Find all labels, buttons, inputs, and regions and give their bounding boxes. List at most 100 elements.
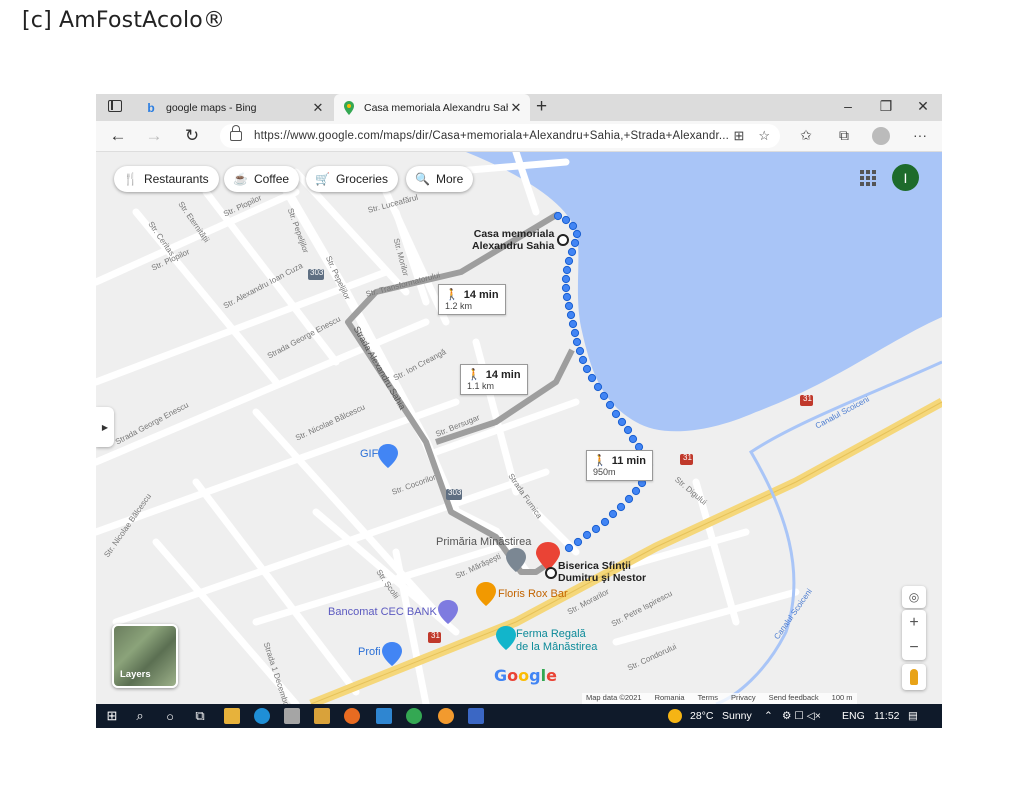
address-toolbar: ← → ↻ https://www.google.com/maps/dir/Ca… <box>96 121 942 152</box>
chip-restaurants[interactable]: 🍴 Restaurants <box>114 166 219 192</box>
zoom-control: + − <box>902 610 926 660</box>
route-duration-box[interactable]: 🚶 14 min 1.2 km <box>438 284 506 315</box>
tab-strip: b google maps - Bing ✕ Casa memoriala Al… <box>96 94 942 121</box>
destination-marker <box>545 567 557 579</box>
region-link[interactable]: Romania <box>655 693 685 704</box>
minimize-button[interactable]: – <box>838 98 858 114</box>
more-menu-icon[interactable]: ··· <box>910 127 930 143</box>
search-icon[interactable]: ⌕ <box>132 708 148 724</box>
tab-title: google maps - Bing <box>166 101 257 114</box>
profi-pin <box>382 642 402 666</box>
ferma-pin <box>496 626 516 650</box>
zoom-in-button[interactable]: + <box>902 610 926 635</box>
road-shield-label: 31 <box>683 453 692 462</box>
cortana-icon[interactable]: ○ <box>162 708 178 724</box>
collections-icon[interactable]: ⧉ <box>834 127 854 144</box>
store-icon[interactable] <box>284 708 300 724</box>
address-bar[interactable]: https://www.google.com/maps/dir/Casa+mem… <box>220 124 780 148</box>
google-maps-pin-icon <box>342 100 356 115</box>
tray-chevron-icon[interactable]: ⌃ <box>764 710 773 722</box>
url-text: https://www.google.com/maps/dir/Casa+mem… <box>254 130 730 142</box>
media-icon[interactable] <box>314 708 330 724</box>
walking-icon: 🚶 <box>593 455 607 467</box>
google-apps-icon[interactable] <box>860 170 876 186</box>
collapse-panel-button[interactable]: ▶ <box>96 407 114 447</box>
app-available-icon[interactable]: ⊞ <box>733 128 744 144</box>
windows-start-icon[interactable]: ⊞ <box>104 708 120 724</box>
destination-label[interactable]: Biserica Sfinţii Dumitru şi Nestor <box>558 560 646 584</box>
sun-icon[interactable] <box>668 709 682 723</box>
file-explorer-icon[interactable] <box>224 708 240 724</box>
route-distance: 1.1 km <box>467 381 495 391</box>
chip-groceries[interactable]: 🛒 Groceries <box>306 166 398 192</box>
language-indicator[interactable]: ENG <box>842 710 865 722</box>
map-data-credit: Map data ©2021 <box>586 693 642 702</box>
road-shield-label: 303 <box>310 268 324 277</box>
tray-icons[interactable]: ⚙ ☐ ◁× <box>782 710 821 722</box>
road-shield-label: 31 <box>431 631 440 640</box>
profile-icon[interactable] <box>872 127 890 145</box>
origin-line1: Casa memoriala <box>473 228 555 240</box>
bing-icon: b <box>147 100 155 115</box>
walking-icon: 🚶 <box>467 369 481 381</box>
temperature[interactable]: 28°C <box>690 710 713 722</box>
terms-link[interactable]: Terms <box>698 693 718 704</box>
place-label[interactable]: Profi <box>358 646 381 658</box>
firefox-icon[interactable] <box>344 708 360 724</box>
close-tab-icon[interactable]: ✕ <box>310 100 326 116</box>
favorite-star-icon[interactable]: ☆ <box>758 128 770 144</box>
weather-condition[interactable]: Sunny <box>722 710 752 722</box>
new-tab-button[interactable]: + <box>536 96 547 118</box>
route-distance: 1.2 km <box>445 301 473 311</box>
place-label[interactable]: Primăria Mînăstirea <box>436 536 531 548</box>
tab-google-maps[interactable]: Casa memoriala Alexandru Sahia ✕ <box>334 94 530 121</box>
app-icon[interactable] <box>468 708 484 724</box>
destination-line2: Dumitru şi Nestor <box>558 572 647 584</box>
task-view-icon[interactable]: ⧉ <box>192 708 208 724</box>
gif-pin <box>378 444 398 468</box>
tab-bing[interactable]: b google maps - Bing ✕ <box>136 94 332 121</box>
road-shield-label: 303 <box>448 488 462 497</box>
send-feedback-link[interactable]: Send feedback <box>769 693 819 704</box>
chip-coffee[interactable]: ☕ Coffee <box>224 166 300 192</box>
back-button[interactable]: ← <box>108 126 128 146</box>
chrome-icon[interactable] <box>406 708 422 724</box>
notifications-icon[interactable]: ▤ <box>908 710 918 722</box>
chip-more[interactable]: 🔍 More <box>406 166 474 192</box>
origin-marker <box>557 234 569 246</box>
mail-icon[interactable] <box>376 708 392 724</box>
scale-label[interactable]: 100 m <box>832 693 853 704</box>
place-label[interactable]: Bancomat CEC BANK <box>328 606 437 618</box>
edge-icon[interactable] <box>254 708 270 724</box>
route-distance: 950m <box>593 467 616 477</box>
route-duration-box[interactable]: 🚶 11 min 950m <box>586 450 653 481</box>
close-tab-icon[interactable]: ✕ <box>508 100 524 116</box>
app-icon[interactable] <box>438 708 454 724</box>
refresh-button[interactable]: ↻ <box>182 126 202 146</box>
tab-actions-icon[interactable] <box>108 100 122 112</box>
restore-button[interactable]: ❐ <box>876 98 896 115</box>
route-duration-box[interactable]: 🚶 14 min 1.1 km <box>460 364 528 395</box>
search-icon: 🔍 <box>415 172 430 186</box>
favorites-icon[interactable]: ✩ <box>796 127 816 144</box>
account-avatar[interactable]: I <box>892 164 919 191</box>
forward-button[interactable]: → <box>144 126 164 146</box>
layers-button[interactable]: Layers <box>112 624 178 688</box>
lock-icon <box>230 125 242 141</box>
clock[interactable]: 11:52 <box>874 710 900 722</box>
origin-label[interactable]: Casa memoriala Alexandru Sahia <box>472 228 554 252</box>
place-label[interactable]: Floris Rox Bar <box>498 588 568 600</box>
route-time: 14 min <box>485 368 521 381</box>
fork-knife-icon: 🍴 <box>123 172 138 186</box>
street-view-pegman[interactable] <box>902 664 926 690</box>
cart-icon: 🛒 <box>315 172 330 186</box>
place-label[interactable]: Ferma Regală de la Mânăstirea <box>516 628 597 654</box>
privacy-link[interactable]: Privacy <box>731 693 756 704</box>
chip-label: More <box>435 172 464 186</box>
close-window-button[interactable]: ✕ <box>913 98 933 115</box>
map-canvas[interactable]: 303 303 31 31 31 🍴 Restaurants ☕ Coffee 🛒 G… <box>96 152 942 704</box>
road-shield-label: 31 <box>803 394 812 403</box>
zoom-out-button[interactable]: − <box>902 635 926 660</box>
my-location-button[interactable]: ◎ <box>902 586 926 608</box>
place-label[interactable]: GIF <box>360 448 378 460</box>
